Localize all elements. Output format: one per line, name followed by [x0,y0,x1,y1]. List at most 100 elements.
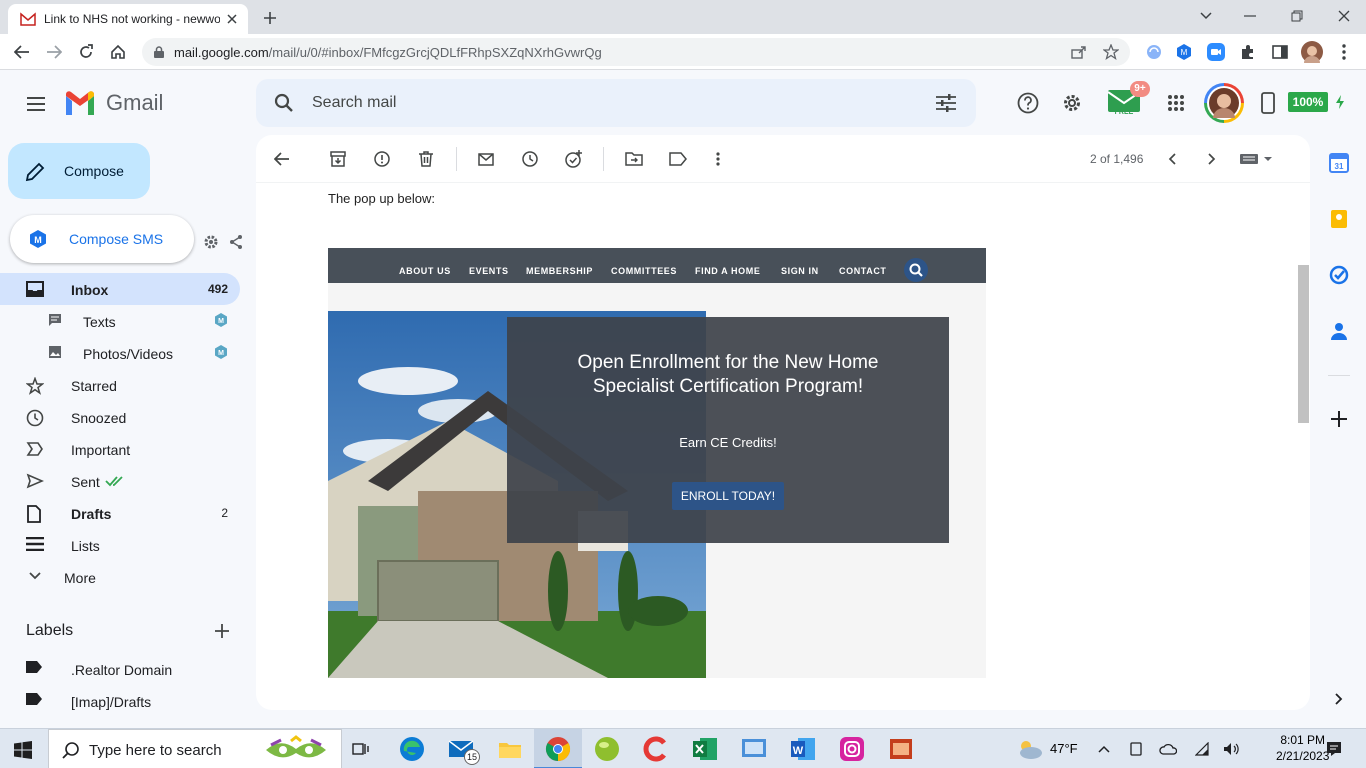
extension-m-icon[interactable]: M [1174,42,1194,62]
sms-settings-gear-icon[interactable] [202,233,220,251]
keep-icon[interactable] [1328,208,1350,230]
sidebar-item-inbox[interactable]: Inbox 492 [0,273,240,305]
search-options-icon[interactable] [934,91,958,115]
show-hidden-icons-chevron-icon[interactable] [1096,741,1112,757]
volume-icon[interactable] [1222,741,1242,757]
sidebar-item-starred[interactable]: Starred [0,369,240,401]
calendar-icon[interactable]: 31 [1328,152,1350,174]
edge-app-icon[interactable] [398,735,426,763]
task-view-icon[interactable] [350,738,372,760]
site-nav-item: FIND A HOME [695,266,761,276]
sidebar-item-lists[interactable]: Lists [0,529,240,561]
add-task-icon[interactable] [564,149,584,169]
archive-icon[interactable] [328,149,348,169]
sidebar-item-label: Starred [71,378,117,394]
main-menu-icon[interactable] [24,92,48,116]
sidebar-item-texts[interactable]: Texts M [0,305,240,337]
word-app-icon[interactable]: W [789,735,817,763]
compose-button[interactable]: Compose [8,143,150,199]
sidebar-item-important[interactable]: Important [0,433,240,465]
show-side-panel-chevron-icon[interactable] [1328,688,1350,710]
extension-notification-badge: 9+ [1130,81,1150,97]
add-label-icon[interactable] [212,621,232,641]
wifi-icon[interactable] [1194,741,1210,757]
sidebar-item-sent[interactable]: Sent [0,465,240,497]
label-item-realtor-domain[interactable]: .Realtor Domain [0,653,240,685]
search-icon[interactable] [272,91,296,115]
back-to-inbox-icon[interactable] [272,149,292,169]
minimize-icon[interactable] [1240,6,1260,26]
browser-tab[interactable]: Link to NHS not working - newwo [8,4,248,34]
sidebar-item-more[interactable]: More [0,561,240,593]
address-bar[interactable]: mail.google.com/mail/u/0/#inbox/FMfcgzGr… [142,38,1130,66]
extension-sync-icon[interactable] [1144,42,1164,62]
contacts-icon[interactable] [1328,320,1350,342]
search-bar[interactable] [256,79,976,127]
tab-search-icon[interactable] [1196,6,1216,26]
excel-app-icon[interactable] [691,735,719,763]
share-icon[interactable] [1070,43,1088,61]
sidebar-item-drafts[interactable]: Drafts 2 [0,497,240,529]
compose-sms-button[interactable]: M Compose SMS [10,215,194,263]
gmail-logo-text[interactable]: Gmail [106,90,163,116]
file-explorer-icon[interactable] [496,735,524,763]
lock-icon[interactable] [152,45,166,59]
home-icon[interactable] [108,42,128,62]
windows-start-icon[interactable] [12,739,34,761]
reload-icon[interactable] [76,42,96,62]
help-icon[interactable] [1016,91,1040,115]
weather-icon[interactable] [1014,737,1044,761]
bookmark-star-icon[interactable] [1102,43,1120,61]
sidebar-item-photos-videos[interactable]: Photos/Videos M [0,337,240,369]
ccleaner-app-icon[interactable] [642,735,670,763]
draft-file-icon [26,505,42,523]
report-spam-icon[interactable] [372,149,392,169]
back-icon[interactable] [12,42,32,62]
chrome-menu-icon[interactable] [1334,42,1354,62]
settings-gear-icon[interactable] [1060,91,1084,115]
remote-desktop-icon[interactable] [740,735,768,763]
forward-icon[interactable] [44,42,64,62]
older-chevron-right-icon[interactable] [1202,149,1222,169]
phone-icon[interactable] [1258,91,1278,115]
snooze-icon[interactable] [520,149,540,169]
close-window-icon[interactable] [1334,6,1354,26]
tasks-icon[interactable] [1328,264,1350,286]
sidebar-item-label: Drafts [71,506,112,522]
get-addons-plus-icon[interactable] [1328,408,1350,430]
sms-share-icon[interactable] [227,233,245,251]
scrollbar-thumb[interactable] [1298,265,1309,423]
input-tools-keyboard-icon[interactable] [1238,149,1274,169]
device-tray-icon[interactable] [1128,741,1144,757]
delete-icon[interactable] [416,149,436,169]
new-tab-icon[interactable] [260,8,280,28]
taskbar-clock[interactable]: 8:01 PM 2/21/2023 [1276,732,1329,764]
sidebar-item-snoozed[interactable]: Snoozed [0,401,240,433]
side-panel-icon[interactable] [1270,42,1290,62]
star-icon [26,377,44,395]
newer-chevron-left-icon[interactable] [1162,149,1182,169]
move-to-icon[interactable] [624,149,644,169]
notifications-icon[interactable] [1324,739,1344,759]
zoom-extension-icon[interactable] [1206,42,1226,62]
toolbar-divider [456,147,457,171]
account-avatar[interactable] [1204,83,1244,123]
restore-icon[interactable] [1287,6,1307,26]
mark-unread-icon[interactable] [476,149,496,169]
presentation-app-icon[interactable] [887,735,915,763]
label-name: .Realtor Domain [71,662,173,678]
search-input[interactable] [312,91,872,115]
more-options-icon[interactable] [708,149,728,169]
label-item-imap-drafts[interactable]: [Imap]/Drafts [0,685,240,717]
tab-close-icon[interactable] [224,11,240,27]
green-orb-app-icon[interactable] [593,735,621,763]
google-apps-icon[interactable] [1164,91,1188,115]
instagram-app-icon[interactable] [838,735,866,763]
taskbar-search-box[interactable]: Type here to search [48,729,342,768]
chrome-taskbar-active[interactable] [534,729,582,768]
gmail-logo-icon[interactable] [64,90,96,116]
extensions-puzzle-icon[interactable] [1238,42,1258,62]
onedrive-cloud-icon[interactable] [1158,741,1178,757]
label-icon[interactable] [668,149,688,169]
profile-avatar[interactable] [1301,41,1323,63]
